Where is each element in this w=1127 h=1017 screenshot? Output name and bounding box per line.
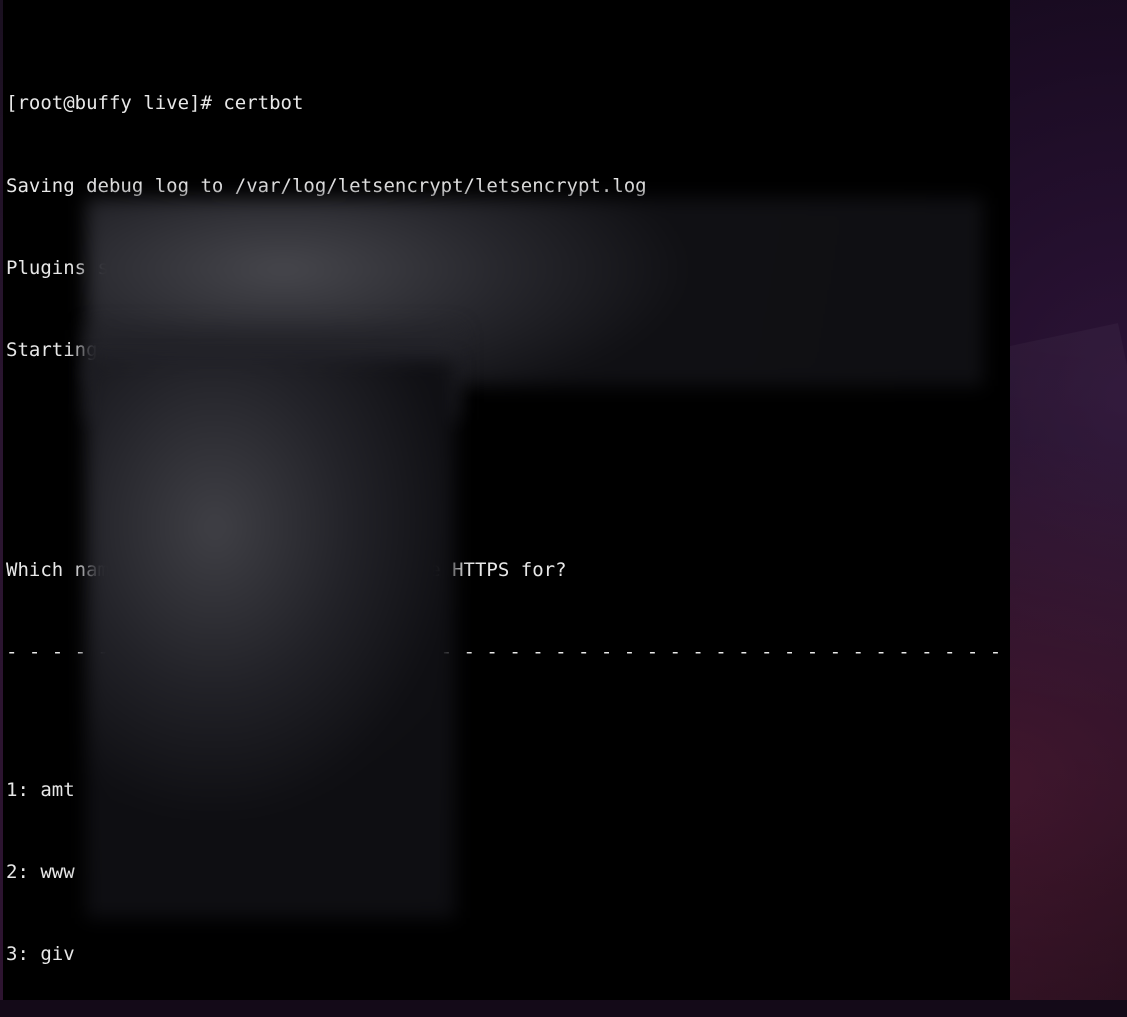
output-line-plugins: Plugins selected: Authenticator nginx, I…: [6, 255, 1010, 282]
choice-value: giv: [40, 943, 74, 965]
terminal-left-border: [0, 0, 3, 1000]
terminal-window[interactable]: [root@buffy live]# certbot Saving debug …: [0, 0, 1010, 1000]
output-line-https-connection: Starting new HTTPS connection (1): acme-…: [6, 337, 1010, 364]
blank-line-1: [6, 447, 1010, 474]
choice-row[interactable]: 3: giv: [6, 941, 1010, 968]
choice-row[interactable]: 1: amt: [6, 777, 1010, 804]
output-line-debug-log: Saving debug log to /var/log/letsencrypt…: [6, 173, 1010, 200]
choice-row[interactable]: 2: www: [6, 859, 1010, 886]
choice-value: www: [40, 861, 74, 883]
question-prompt: Which names would you like to activate H…: [6, 557, 1010, 584]
terminal-content[interactable]: [root@buffy live]# certbot Saving debug …: [0, 0, 1010, 1000]
separator-top: - - - - - - - - - - - - - - - - - - - - …: [6, 639, 1010, 666]
choice-number: 1:: [6, 779, 29, 801]
choice-number: 2:: [6, 861, 29, 883]
choice-value: amt: [40, 779, 74, 801]
choice-number: 3:: [6, 943, 29, 965]
shell-prompt-line: [root@buffy live]# certbot: [6, 90, 1010, 117]
